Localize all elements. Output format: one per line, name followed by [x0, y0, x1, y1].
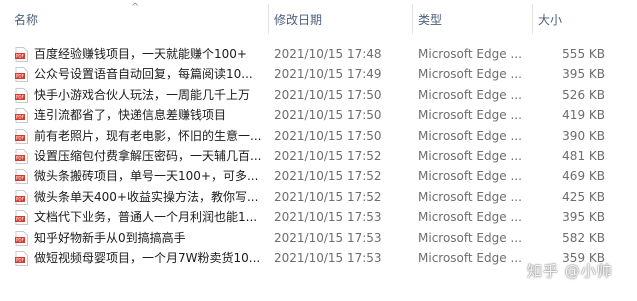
file-row[interactable]: PDF 微头条搬砖项目，单号一天100+，可多... 2021/10/15 17…: [0, 166, 637, 186]
file-size: 425 KB: [562, 189, 605, 204]
file-row[interactable]: PDF 连引流都省了，快递信息差赚钱项目 2021/10/15 17:50 Mi…: [0, 105, 637, 125]
file-type: Microsoft Edge ...: [418, 67, 522, 82]
file-modified-date: 2021/10/15 17:50: [274, 87, 382, 102]
pdf-file-icon: PDF: [15, 87, 28, 103]
file-name: 连引流都省了，快递信息差赚钱项目: [34, 108, 227, 123]
svg-text:PDF: PDF: [16, 94, 25, 99]
file-name: 百度经验赚钱项目，一天就能赚个100+: [34, 47, 247, 61]
file-name: 微头条单天400+收益实操方法，教你写...: [34, 189, 259, 204]
file-row[interactable]: PDF 设置压缩包付费拿解压密码，一天辅几百... 2021/10/15 17:…: [0, 146, 637, 166]
file-size: 555 KB: [562, 47, 605, 61]
file-modified-date: 2021/10/15 17:49: [274, 67, 382, 82]
pdf-file-icon: PDF: [15, 67, 28, 83]
svg-text:PDF: PDF: [16, 258, 25, 263]
file-size: 419 KB: [562, 108, 605, 123]
file-type: Microsoft Edge ...: [418, 250, 522, 265]
column-header-type[interactable]: 类型: [412, 0, 532, 38]
file-row[interactable]: PDF 快手小游戏合伙人玩法，一周能几千上万 2021/10/15 17:50 …: [0, 85, 637, 105]
file-modified-date: 2021/10/15 17:50: [274, 128, 382, 143]
svg-text:PDF: PDF: [16, 135, 25, 140]
column-header-type-label: 类型: [418, 12, 443, 27]
file-size: 481 KB: [562, 148, 605, 163]
file-type: Microsoft Edge ...: [418, 169, 522, 184]
file-size: 390 KB: [562, 128, 605, 143]
svg-text:PDF: PDF: [16, 156, 25, 161]
file-row[interactable]: PDF 知乎好物新手从0到搞搞高手 2021/10/15 17:53 Micro…: [0, 228, 637, 248]
file-name: 做短视频母婴项目，一个月7W粉卖货10...: [34, 250, 261, 265]
file-modified-date: 2021/10/15 17:53: [274, 210, 382, 225]
file-list: PDF 百度经验赚钱项目，一天就能赚个100+ 2021/10/15 17:48…: [0, 44, 637, 268]
file-row[interactable]: PDF 公众号设置语音自动回复，每篇阅读10... 2021/10/15 17:…: [0, 64, 637, 84]
file-name: 微头条搬砖项目，单号一天100+，可多...: [34, 169, 259, 184]
pdf-file-icon: PDF: [15, 148, 28, 164]
pdf-file-icon: PDF: [15, 250, 28, 266]
file-modified-date: 2021/10/15 17:53: [274, 250, 382, 265]
file-type: Microsoft Edge ...: [418, 128, 522, 143]
file-type: Microsoft Edge ...: [418, 47, 522, 61]
file-modified-date: 2021/10/15 17:52: [274, 148, 382, 163]
file-name: 前有老照片，现有老电影，怀旧的生意一...: [34, 128, 262, 143]
svg-text:PDF: PDF: [16, 237, 25, 242]
file-size: 526 KB: [562, 87, 605, 102]
svg-text:PDF: PDF: [16, 176, 25, 181]
column-header-bar: ^ 名称 修改日期 类型 大小: [0, 0, 637, 38]
pdf-file-icon: PDF: [15, 128, 28, 144]
file-row[interactable]: PDF 前有老照片，现有老电影，怀旧的生意一... 2021/10/15 17:…: [0, 126, 637, 146]
file-name: 文档代下业务，普通人一个月利润也能1...: [34, 210, 258, 225]
file-type: Microsoft Edge ...: [418, 108, 522, 123]
zhihu-watermark: 知乎 @小帅: [527, 262, 613, 280]
svg-text:PDF: PDF: [16, 196, 25, 201]
pdf-file-icon: PDF: [15, 47, 28, 62]
file-size: 395 KB: [562, 67, 605, 82]
file-type: Microsoft Edge ...: [418, 230, 522, 245]
file-row[interactable]: PDF 百度经验赚钱项目，一天就能赚个100+ 2021/10/15 17:48…: [0, 44, 637, 64]
pdf-file-icon: PDF: [15, 230, 28, 246]
svg-text:PDF: PDF: [16, 217, 25, 222]
file-type: Microsoft Edge ...: [418, 87, 522, 102]
file-size: 469 KB: [562, 169, 605, 184]
file-type: Microsoft Edge ...: [418, 148, 522, 163]
svg-text:PDF: PDF: [16, 115, 25, 120]
file-name: 快手小游戏合伙人玩法，一周能几千上万: [34, 87, 251, 102]
file-modified-date: 2021/10/15 17:52: [274, 189, 382, 204]
file-modified-date: 2021/10/15 17:53: [274, 230, 382, 245]
column-header-name-label: 名称: [14, 12, 39, 27]
file-type: Microsoft Edge ...: [418, 189, 522, 204]
pdf-file-icon: PDF: [15, 169, 28, 185]
column-header-size[interactable]: 大小: [532, 0, 637, 38]
file-modified-date: 2021/10/15 17:52: [274, 169, 382, 184]
file-row[interactable]: PDF 微头条单天400+收益实操方法，教你写... 2021/10/15 17…: [0, 187, 637, 207]
file-explorer-details-view: ^ 名称 修改日期 类型 大小 PDF 百度经验赚钱项目，一天就能赚个100+ …: [0, 0, 637, 301]
pdf-file-icon: PDF: [15, 108, 28, 124]
file-modified-date: 2021/10/15 17:48: [274, 47, 382, 61]
pdf-file-icon: PDF: [15, 210, 28, 226]
file-name: 设置压缩包付费拿解压密码，一天辅几百...: [34, 148, 262, 163]
column-header-name[interactable]: 名称: [8, 0, 270, 38]
file-modified-date: 2021/10/15 17:50: [274, 108, 382, 123]
file-name: 知乎好物新手从0到搞搞高手: [34, 230, 186, 245]
file-size: 582 KB: [562, 230, 605, 245]
file-row[interactable]: PDF 文档代下业务，普通人一个月利润也能1... 2021/10/15 17:…: [0, 207, 637, 227]
pdf-file-icon: PDF: [15, 189, 28, 205]
file-size: 395 KB: [562, 210, 605, 225]
svg-text:PDF: PDF: [16, 54, 25, 59]
column-header-date[interactable]: 修改日期: [268, 0, 412, 38]
file-type: Microsoft Edge ...: [418, 210, 522, 225]
column-header-date-label: 修改日期: [274, 12, 323, 27]
file-name: 公众号设置语音自动回复，每篇阅读10...: [34, 67, 253, 82]
column-header-size-label: 大小: [538, 12, 563, 27]
svg-text:PDF: PDF: [16, 74, 25, 79]
